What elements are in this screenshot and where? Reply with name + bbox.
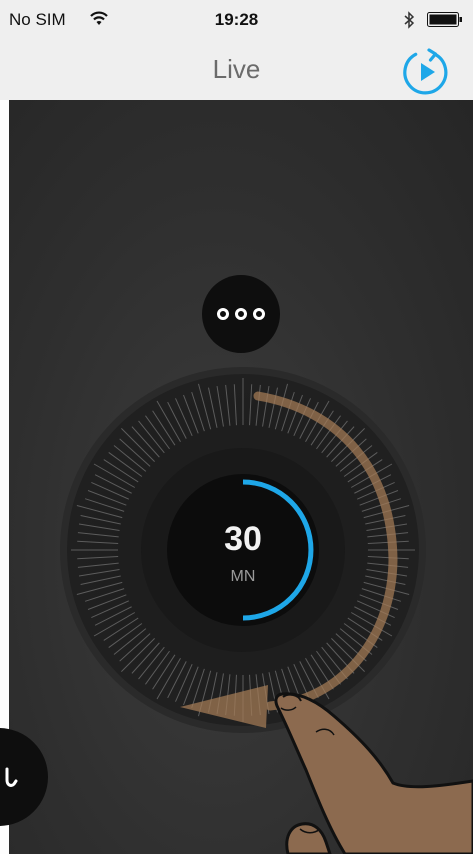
timer-unit: MN — [230, 568, 256, 585]
timer-value: 30 — [224, 520, 262, 558]
timer-dial[interactable] — [0, 0, 473, 854]
app-screen: No SIM 19:28 Live 30 MN — [0, 0, 473, 854]
hand-icon — [5, 767, 18, 787]
hand-illustration — [274, 692, 473, 854]
